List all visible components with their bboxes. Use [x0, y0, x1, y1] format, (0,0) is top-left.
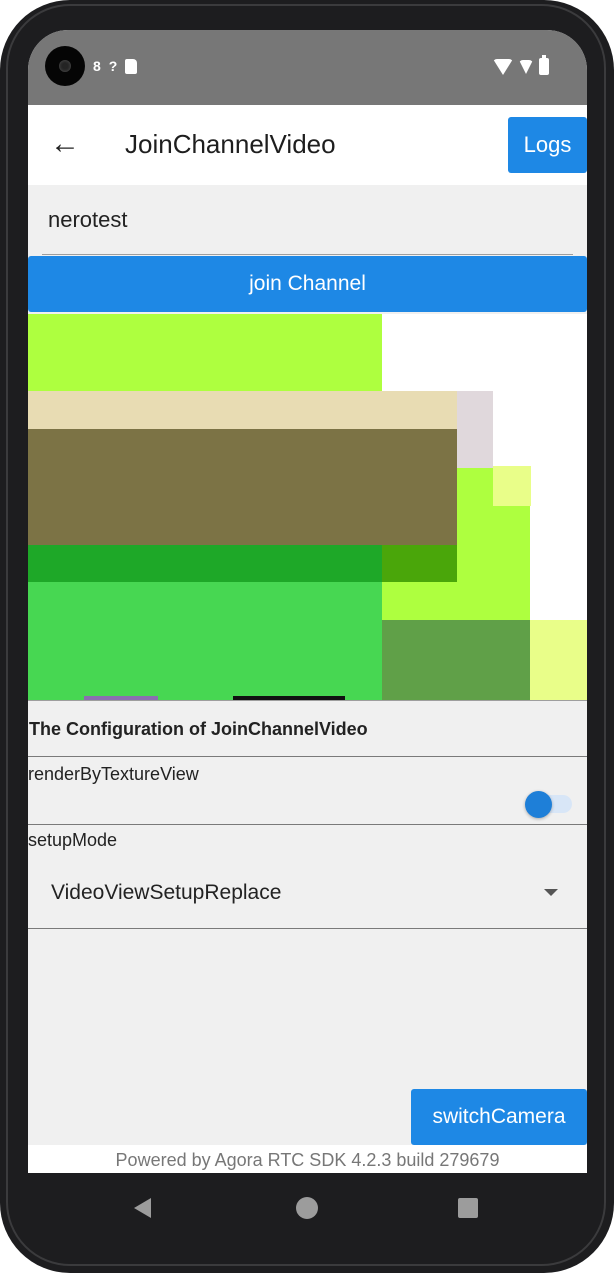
- video-block: [28, 582, 382, 700]
- video-view: [28, 314, 587, 700]
- setup-mode-label: setupMode: [28, 830, 118, 850]
- divider: [28, 824, 587, 825]
- sdk-version-footer: Powered by Agora RTC SDK 4.2.3 build 279…: [28, 1145, 587, 1173]
- render-by-texture-label: renderByTextureView: [28, 764, 199, 784]
- video-block: [530, 620, 587, 700]
- system-nav-bar: [28, 1173, 587, 1243]
- phone-frame: 8 ? ← JoinChannelVideo Logs nerotest joi…: [0, 0, 614, 1273]
- app-bar: ← JoinChannelVideo Logs: [28, 105, 587, 185]
- camera-cutout: [45, 46, 85, 86]
- video-block: [28, 545, 382, 582]
- video-block: [28, 391, 457, 429]
- nav-home-icon[interactable]: [296, 1197, 318, 1219]
- setup-mode-value: VideoViewSetupReplace: [51, 881, 282, 904]
- nav-recents-icon[interactable]: [458, 1198, 478, 1218]
- logs-button[interactable]: Logs: [508, 117, 587, 173]
- status-left-icons: 8 ?: [93, 58, 138, 74]
- wifi-icon: [493, 58, 513, 75]
- divider: [28, 928, 587, 929]
- channel-id-input[interactable]: nerotest: [42, 185, 573, 255]
- app-screen: 8 ? ← JoinChannelVideo Logs nerotest joi…: [28, 30, 587, 1173]
- video-block: [382, 545, 457, 582]
- notification-glyph: 8: [93, 58, 101, 74]
- battery-icon: [539, 55, 549, 75]
- status-bar: 8 ?: [28, 30, 587, 105]
- setup-mode-dropdown[interactable]: VideoViewSetupReplace: [28, 860, 587, 930]
- arrow-back-icon[interactable]: ←: [48, 127, 82, 161]
- status-right-icons: [493, 55, 549, 75]
- video-block: [457, 391, 493, 468]
- join-channel-button[interactable]: join Channel: [28, 256, 587, 312]
- video-block: [493, 466, 531, 506]
- toggle-thumb[interactable]: [525, 791, 552, 818]
- video-block: [28, 314, 382, 394]
- sd-card-icon: [125, 58, 138, 74]
- config-section-title: The Configuration of JoinChannelVideo: [28, 700, 587, 757]
- dropdown-arrow-icon: [544, 889, 558, 896]
- video-block: [28, 429, 457, 545]
- signal-icon: [519, 59, 533, 74]
- switch-camera-button[interactable]: switchCamera: [411, 1089, 587, 1145]
- nav-back-icon[interactable]: [134, 1198, 151, 1218]
- no-signal-icon: ?: [108, 58, 118, 74]
- video-block: [382, 620, 530, 700]
- page-title: JoinChannelVideo: [125, 129, 336, 159]
